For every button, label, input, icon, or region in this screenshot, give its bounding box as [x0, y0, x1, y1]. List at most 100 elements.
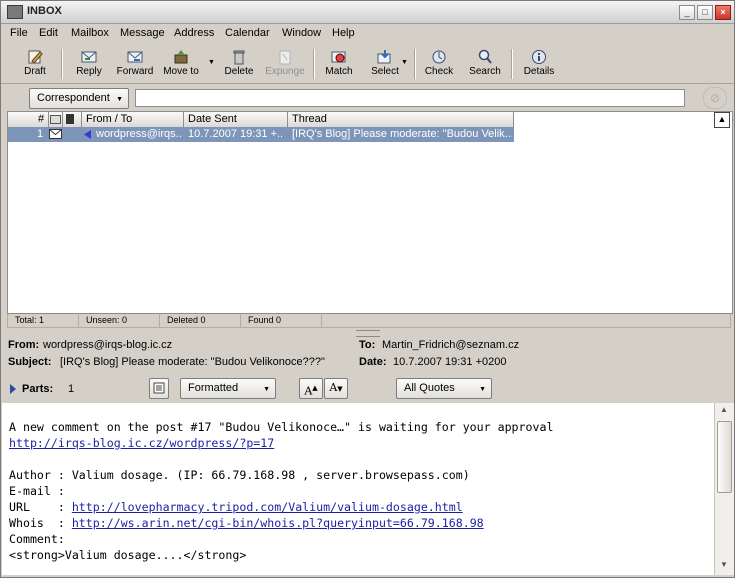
select-icon: [377, 50, 391, 64]
search-clear-icon[interactable]: ⊘: [703, 87, 727, 109]
status-found: Found 0: [240, 313, 322, 328]
body-line: A new comment on the post #17 "Budou Vel…: [9, 420, 554, 434]
document-icon: [153, 382, 165, 394]
window-title: INBOX: [27, 5, 62, 17]
chevron-down-icon: ▼: [479, 386, 486, 393]
table-row[interactable]: 1 wordpress@irqs.. 10.7.2007 19:31 +.. […: [8, 127, 514, 142]
column-chooser-icon[interactable]: ▲: [714, 112, 730, 128]
envelope-reply-icon: [81, 51, 97, 63]
search-bar: Correspondent ▼ ⊘: [1, 85, 734, 111]
reply-button[interactable]: Reply: [63, 47, 115, 81]
match-button[interactable]: Match: [313, 47, 365, 81]
details-button[interactable]: Details: [513, 47, 565, 81]
menu-address[interactable]: Address: [174, 27, 214, 39]
status-deleted: Deleted 0: [159, 313, 241, 328]
move-to-mailbox-icon: [174, 50, 188, 64]
url-link[interactable]: http://lovepharmacy.tripod.com/Valium/va…: [72, 500, 463, 514]
check-button[interactable]: Check: [413, 47, 465, 81]
to-label: To:: [359, 339, 376, 351]
message-body: A new comment on the post #17 "Budou Vel…: [2, 403, 714, 575]
quotes-selector[interactable]: All Quotes ▼: [396, 378, 492, 399]
date-value: 10.7.2007 19:31 +0200: [393, 356, 507, 368]
menu-help[interactable]: Help: [332, 27, 355, 39]
close-button[interactable]: ×: [715, 5, 731, 20]
message-headers: From: wordpress@irqs-blog.ic.cz To: Mart…: [1, 337, 734, 373]
delete-button[interactable]: Delete: [213, 47, 265, 81]
menu-window[interactable]: Window: [282, 27, 321, 39]
format-selector[interactable]: Formatted ▼: [180, 378, 276, 399]
search-button[interactable]: Search: [459, 47, 511, 81]
column-thread[interactable]: Thread: [288, 112, 514, 128]
url-label: URL :: [9, 500, 72, 514]
title-bar: INBOX _ □ ×: [1, 1, 734, 24]
subject-label: Subject:: [8, 356, 52, 368]
column-status[interactable]: [49, 112, 63, 128]
message-list: # From / To Date Sent Thread ▲ 1 wordpre…: [7, 111, 733, 314]
mail-window: INBOX _ □ × File Edit Mailbox Message Ad…: [0, 0, 735, 578]
font-smaller-button[interactable]: A▼: [324, 378, 348, 399]
unread-arrow-icon: [84, 130, 91, 139]
chevron-down-icon: ▼: [263, 386, 270, 393]
menu-calendar[interactable]: Calendar: [225, 27, 270, 39]
print-message-button[interactable]: [149, 378, 169, 399]
date-label: Date:: [359, 356, 387, 368]
info-icon: [532, 50, 546, 64]
scroll-down-icon[interactable]: ▼: [717, 560, 731, 573]
status-total: Total: 1: [7, 313, 79, 328]
select-dropdown-arrow[interactable]: ▼: [401, 59, 408, 66]
maximize-button[interactable]: □: [697, 5, 713, 20]
menu-edit[interactable]: Edit: [39, 27, 58, 39]
whois-label: Whois :: [9, 516, 72, 530]
expunge-icon: [279, 50, 291, 65]
minimize-button[interactable]: _: [679, 5, 695, 20]
body-scrollbar[interactable]: ▲ ▼: [714, 403, 734, 575]
forward-button[interactable]: Forward: [109, 47, 161, 81]
toolbar: Draft Reply Forward Move to ▼ Delete Exp…: [1, 45, 734, 84]
check-mail-icon: [432, 50, 446, 64]
mailbox-icon: [7, 5, 23, 19]
expunge-button[interactable]: Expunge: [259, 47, 311, 81]
status-bar: Total: 1 Unseen: 0 Deleted 0 Found 0: [7, 313, 731, 328]
subject-value: [IRQ's Blog] Please moderate: "Budou Vel…: [60, 356, 325, 368]
menu-file[interactable]: File: [10, 27, 28, 39]
status-unseen: Unseen: 0: [78, 313, 160, 328]
menu-message[interactable]: Message: [120, 27, 165, 39]
body-line: <strong>Valium dosage....</strong>: [9, 548, 247, 562]
scroll-up-icon[interactable]: ▲: [717, 405, 731, 418]
parts-toolbar: Parts: 1 Formatted ▼ A▲ A▼ All Quotes ▼: [1, 376, 734, 402]
from-value: wordpress@irqs-blog.ic.cz: [43, 339, 173, 351]
menu-mailbox[interactable]: Mailbox: [71, 27, 109, 39]
body-line: Comment:: [9, 532, 65, 546]
envelope-icon: [49, 129, 62, 139]
envelope-forward-icon: [127, 51, 143, 63]
pencil-icon: [28, 50, 43, 64]
parts-label: Parts:: [22, 383, 54, 395]
to-value: Martin_Fridrich@seznam.cz: [382, 339, 520, 351]
expand-parts-icon[interactable]: [10, 384, 16, 394]
search-field-selector[interactable]: Correspondent ▼: [29, 88, 129, 109]
body-line: E-mail :: [9, 484, 65, 498]
from-label: From:: [8, 339, 40, 351]
pane-splitter[interactable]: [356, 330, 380, 337]
flag-column-icon: [66, 114, 74, 124]
whois-link[interactable]: http://ws.arin.net/cgi-bin/whois.pl?quer…: [72, 516, 484, 530]
column-from-to[interactable]: From / To: [82, 112, 184, 128]
move-to-button[interactable]: Move to: [155, 47, 207, 81]
body-line: Author : Valium dosage. (IP: 66.79.168.9…: [9, 468, 470, 482]
menu-bar: File Edit Mailbox Message Address Calend…: [1, 24, 734, 44]
column-number[interactable]: #: [8, 112, 49, 128]
scroll-thumb[interactable]: [717, 421, 732, 493]
column-attachment[interactable]: [63, 112, 82, 128]
magnifier-icon: [478, 49, 492, 64]
trash-icon: [233, 50, 245, 65]
match-icon: [331, 51, 346, 63]
font-larger-button[interactable]: A▲: [299, 378, 323, 399]
chevron-down-icon: ▼: [116, 96, 123, 103]
status-spacer: [321, 313, 731, 328]
post-link[interactable]: http://irqs-blog.ic.cz/wordpress/?p=17: [9, 436, 274, 450]
parts-count: 1: [68, 383, 75, 395]
status-column-icon: [50, 115, 61, 124]
search-input[interactable]: [135, 89, 685, 107]
column-date-sent[interactable]: Date Sent: [184, 112, 288, 128]
draft-button[interactable]: Draft: [9, 47, 61, 81]
